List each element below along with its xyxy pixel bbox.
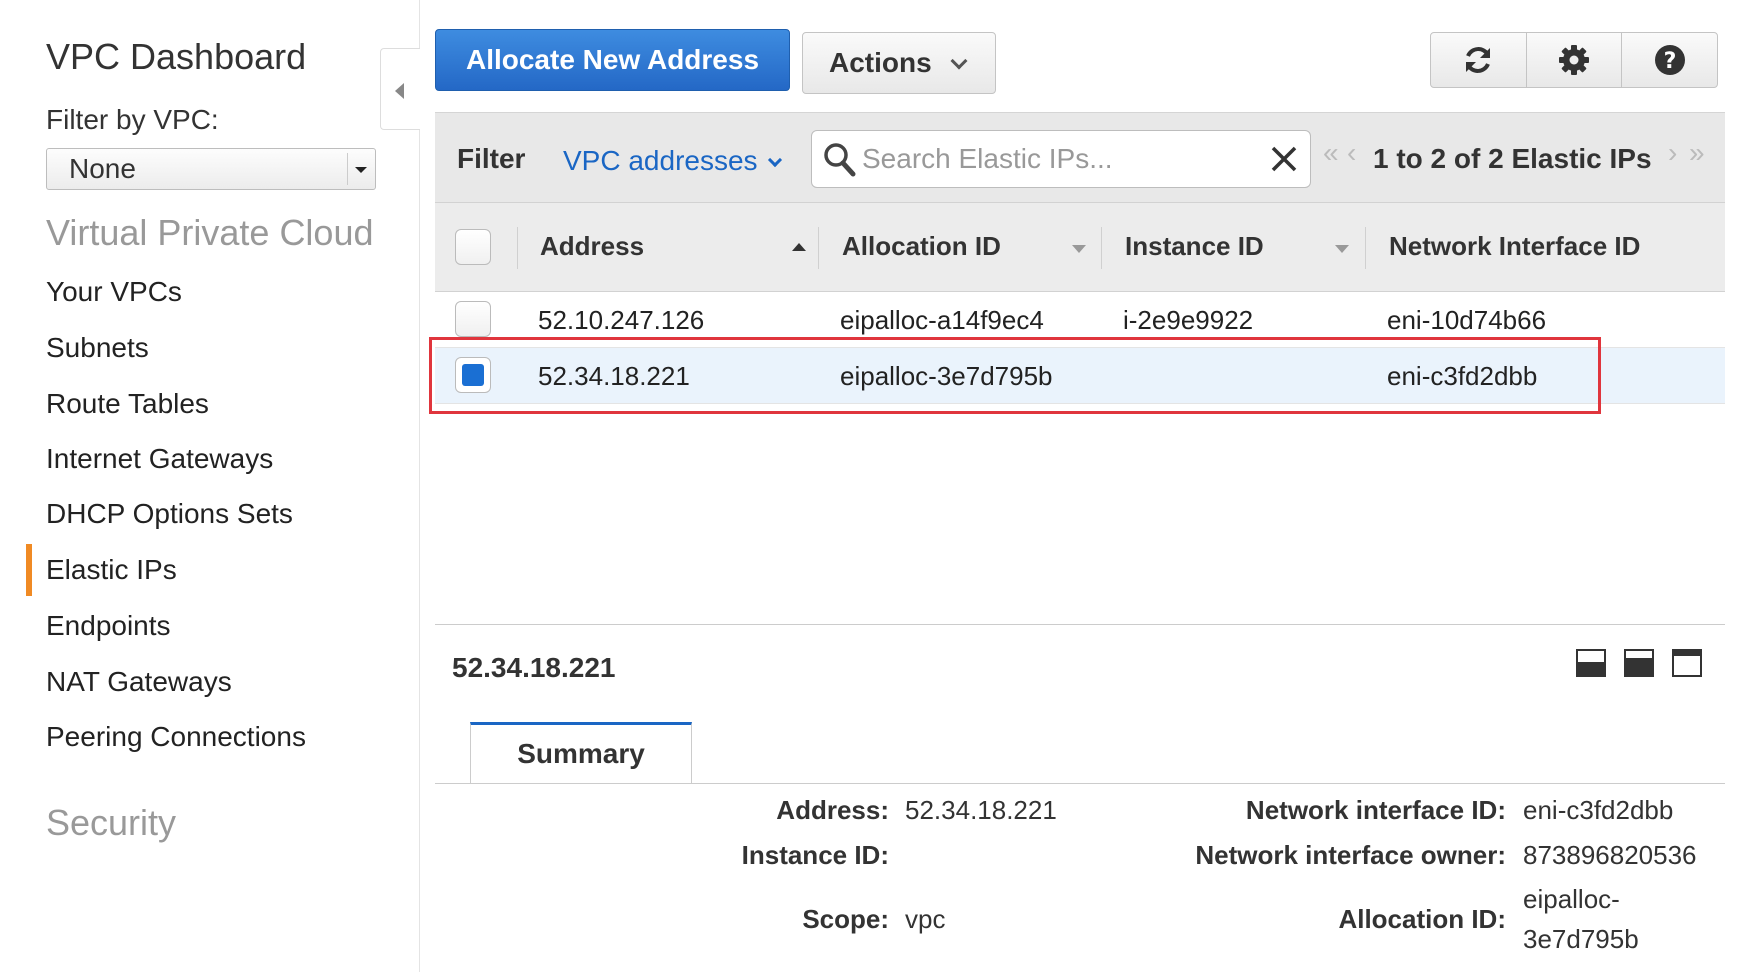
pagination-text: 1 to 2 of 2 Elastic IPs: [1373, 143, 1652, 174]
chevron-down-icon: [950, 52, 968, 70]
column-separator: [517, 227, 518, 269]
column-header-allocation-id[interactable]: Allocation ID: [842, 231, 1001, 262]
detail-address-value: 52.34.18.221: [905, 795, 1057, 825]
detail-eni-label: Network interface ID:: [1245, 795, 1506, 825]
help-button[interactable]: ?: [1622, 33, 1717, 87]
sort-icon[interactable]: [1072, 245, 1086, 253]
sidebar-item-route-tables[interactable]: Route Tables: [46, 388, 209, 420]
detail-scope-value: vpc: [905, 904, 946, 934]
detail-title: 52.34.18.221: [452, 652, 616, 683]
column-header-instance-id[interactable]: Instance ID: [1125, 231, 1264, 262]
section-security: Security: [46, 802, 177, 843]
sidebar-item-subnets[interactable]: Subnets: [46, 332, 149, 364]
detail-allocation-id-label: Allocation ID:: [1338, 904, 1506, 934]
sort-ascending-icon[interactable]: [792, 243, 806, 251]
collapse-sidebar-button[interactable]: [380, 48, 420, 130]
pane-small-icon[interactable]: [1576, 649, 1606, 677]
first-page-icon[interactable]: «: [1323, 137, 1339, 169]
sidebar-item-nat-gateways[interactable]: NAT Gateways: [46, 666, 232, 698]
sidebar: VPC Dashboard Filter by VPC: None Virtua…: [0, 0, 420, 972]
tab-baseline: [435, 783, 1725, 784]
cell-instance-id[interactable]: i-2e9e9922: [1123, 305, 1253, 336]
refresh-icon: [1466, 47, 1491, 73]
clear-search-icon[interactable]: [1268, 143, 1300, 175]
filter-scope-dropdown[interactable]: VPC addresses: [563, 145, 782, 177]
sidebar-title[interactable]: VPC Dashboard: [46, 36, 306, 78]
selection-highlight-box: [429, 337, 1601, 414]
help-icon: ?: [1654, 45, 1685, 75]
filter-scope-label: VPC addresses: [563, 145, 758, 176]
detail-scope-label: Scope:: [802, 904, 889, 934]
column-header-address[interactable]: Address: [540, 231, 644, 262]
cell-network-interface-id[interactable]: eni-10d74b66: [1387, 305, 1546, 336]
detail-eni-owner-label: Network interface owner:: [1195, 840, 1506, 870]
refresh-button[interactable]: [1431, 33, 1527, 87]
cell-allocation-id: eipalloc-a14f9ec4: [840, 305, 1044, 335]
filter-label: Filter: [457, 143, 526, 174]
section-virtual-private-cloud: Virtual Private Cloud: [46, 212, 374, 253]
search-icon: [824, 143, 856, 177]
detail-eni-value[interactable]: eni-c3fd2dbb: [1523, 795, 1673, 826]
detail-eni-owner-value: 873896820536: [1523, 840, 1697, 870]
pane-large-icon[interactable]: [1672, 649, 1702, 677]
tab-summary[interactable]: Summary: [470, 722, 692, 784]
column-separator: [1101, 227, 1102, 269]
sidebar-item-dhcp-options-sets[interactable]: DHCP Options Sets: [46, 498, 293, 530]
actions-label: Actions: [829, 47, 932, 78]
pagination: « ‹ 1 to 2 of 2 Elastic IPs › »: [1323, 135, 1723, 185]
search-input[interactable]: [862, 141, 1262, 177]
table-header: Address Allocation ID Instance ID Networ…: [435, 202, 1725, 292]
select-arrow-icon: [347, 153, 371, 185]
vpc-filter-select[interactable]: None: [46, 148, 376, 190]
last-page-icon[interactable]: »: [1689, 137, 1705, 169]
actions-dropdown-button[interactable]: Actions: [802, 32, 996, 94]
sidebar-item-internet-gateways[interactable]: Internet Gateways: [46, 443, 273, 475]
column-separator: [818, 227, 819, 269]
detail-allocation-id-value-line2: 3e7d795b: [1523, 924, 1639, 954]
sidebar-item-elastic-ips[interactable]: Elastic IPs: [46, 554, 177, 586]
filter-by-vpc-label: Filter by VPC:: [46, 104, 219, 135]
toolbar-icon-group: ?: [1430, 32, 1718, 88]
svg-text:?: ?: [1663, 49, 1676, 74]
sort-icon[interactable]: [1335, 245, 1349, 253]
pane-size-controls: [1576, 649, 1702, 677]
previous-page-icon[interactable]: ‹: [1347, 137, 1356, 169]
pane-medium-icon[interactable]: [1624, 649, 1654, 677]
cell-address: 52.10.247.126: [538, 305, 705, 335]
vpc-filter-value: None: [69, 153, 136, 184]
gear-icon: [1559, 45, 1589, 75]
filter-bar: Filter VPC addresses « ‹ 1 to 2 of 2 Ela…: [435, 112, 1725, 202]
chevron-down-icon: [767, 152, 782, 168]
next-page-icon[interactable]: ›: [1668, 137, 1677, 169]
search-box: [811, 130, 1311, 188]
active-nav-indicator: [26, 544, 32, 596]
detail-allocation-id-value-line1: eipalloc-: [1523, 884, 1620, 914]
row-checkbox[interactable]: [455, 301, 491, 337]
sidebar-item-endpoints[interactable]: Endpoints: [46, 610, 171, 642]
column-separator: [1365, 227, 1366, 269]
sidebar-item-your-vpcs[interactable]: Your VPCs: [46, 276, 182, 308]
detail-address-label: Address:: [776, 795, 889, 825]
detail-instance-id-label: Instance ID:: [741, 840, 889, 870]
column-header-network-interface-id[interactable]: Network Interface ID: [1389, 231, 1640, 262]
select-all-checkbox[interactable]: [455, 229, 491, 265]
pane-divider[interactable]: [435, 624, 1725, 625]
allocate-new-address-button[interactable]: Allocate New Address: [435, 29, 790, 91]
sidebar-item-peering-connections[interactable]: Peering Connections: [46, 721, 306, 753]
settings-button[interactable]: [1527, 33, 1623, 87]
